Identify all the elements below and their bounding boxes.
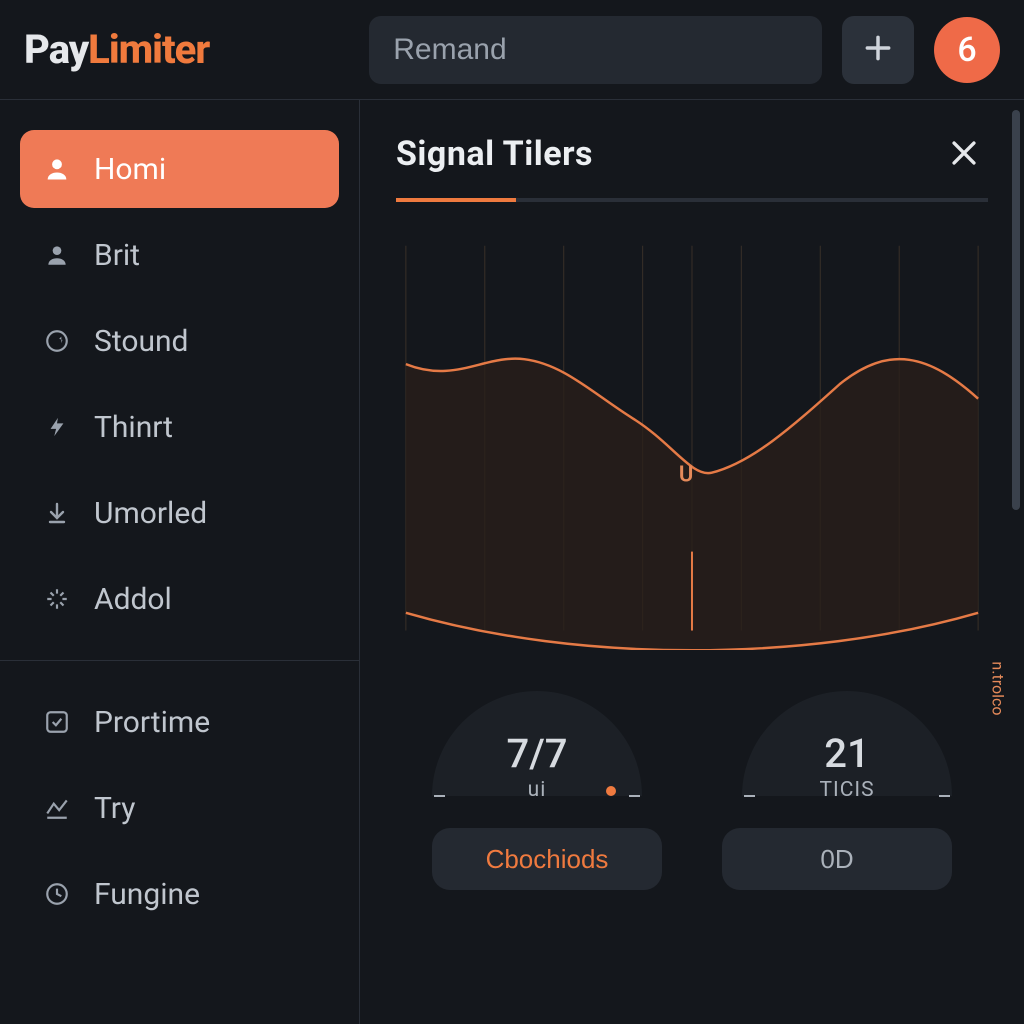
check-icon xyxy=(42,707,72,737)
download-icon xyxy=(42,498,72,528)
spark-icon xyxy=(42,584,72,614)
bolt-icon xyxy=(42,412,72,442)
plus-icon xyxy=(862,32,894,67)
brand-part1: Pay xyxy=(24,26,88,73)
gauge-left-button[interactable]: Cbochiods xyxy=(432,828,662,890)
gauge-buttons: Cbochiods 0D xyxy=(396,828,988,890)
avatar-badge-text: 6 xyxy=(957,30,976,70)
user-icon xyxy=(42,240,72,270)
tab-indicator-active xyxy=(396,198,516,202)
sidebar-item-label: Prortime xyxy=(94,705,210,740)
sidebar-item-addol[interactable]: Addol xyxy=(20,560,339,638)
sidebar-item-homi[interactable]: Homi xyxy=(20,130,339,208)
sidebar-item-thinrt[interactable]: Thinrt xyxy=(20,388,339,466)
search-input[interactable] xyxy=(369,16,822,84)
add-button[interactable] xyxy=(842,16,914,84)
chart-icon xyxy=(42,793,72,823)
close-icon xyxy=(947,136,981,173)
close-button[interactable] xyxy=(940,130,988,178)
brand-part2: Limiter xyxy=(88,26,209,73)
tab-indicator[interactable] xyxy=(396,198,988,202)
panel-title: Signal Tilers xyxy=(396,134,593,174)
sidebar: Homi Brit Stound Thinrt Umorled xyxy=(0,100,360,1024)
sidebar-item-stound[interactable]: Stound xyxy=(20,302,339,380)
gauge-right-unit: TICIS xyxy=(722,778,972,802)
gauge-right-button[interactable]: 0D xyxy=(722,828,952,890)
app-header: PayLimiter 6 xyxy=(0,0,1024,100)
gauge-left-indicator xyxy=(606,786,616,796)
sidebar-item-label: Thinrt xyxy=(94,410,173,445)
sidebar-item-brit[interactable]: Brit xyxy=(20,216,339,294)
sidebar-item-label: Try xyxy=(94,791,135,826)
sidebar-item-label: Umorled xyxy=(94,496,207,531)
sidebar-item-fungine[interactable]: Fungine xyxy=(20,855,339,933)
gauge-left-value: 7/7 xyxy=(412,730,662,777)
sidebar-item-prortime[interactable]: Prortime xyxy=(20,683,339,761)
sidebar-item-umorled[interactable]: Umorled xyxy=(20,474,339,552)
sidebar-item-label: Brit xyxy=(94,238,140,273)
gauge-row: 7/7 ui xyxy=(396,666,988,810)
scrollbar[interactable] xyxy=(1012,110,1020,510)
gauge-right-value: 21 xyxy=(722,730,972,777)
signal-chart: U xyxy=(396,226,988,656)
sidebar-item-try[interactable]: Try xyxy=(20,769,339,847)
sidebar-item-label: Homi xyxy=(94,152,166,187)
avatar-badge[interactable]: 6 xyxy=(934,17,1000,83)
brand-logo: PayLimiter xyxy=(24,26,209,73)
gauge-right-side-label: n.trolco xyxy=(989,661,1008,715)
panel-header: Signal Tilers xyxy=(396,130,988,178)
main-panel: Signal Tilers xyxy=(360,100,1024,1024)
sidebar-item-label: Stound xyxy=(94,324,188,359)
gauge-right: 21 TICIS n.trolco xyxy=(722,666,972,810)
user-icon xyxy=(42,154,72,184)
clock-icon xyxy=(42,879,72,909)
chart-marker: U xyxy=(679,463,693,488)
refresh-icon xyxy=(42,326,72,356)
gauge-left: 7/7 ui xyxy=(412,666,662,810)
signal-chart-svg xyxy=(396,226,988,650)
sidebar-item-label: Addol xyxy=(94,582,172,617)
gauge-left-unit: ui xyxy=(412,778,662,802)
sidebar-item-label: Fungine xyxy=(94,877,200,912)
sidebar-separator xyxy=(0,660,359,661)
